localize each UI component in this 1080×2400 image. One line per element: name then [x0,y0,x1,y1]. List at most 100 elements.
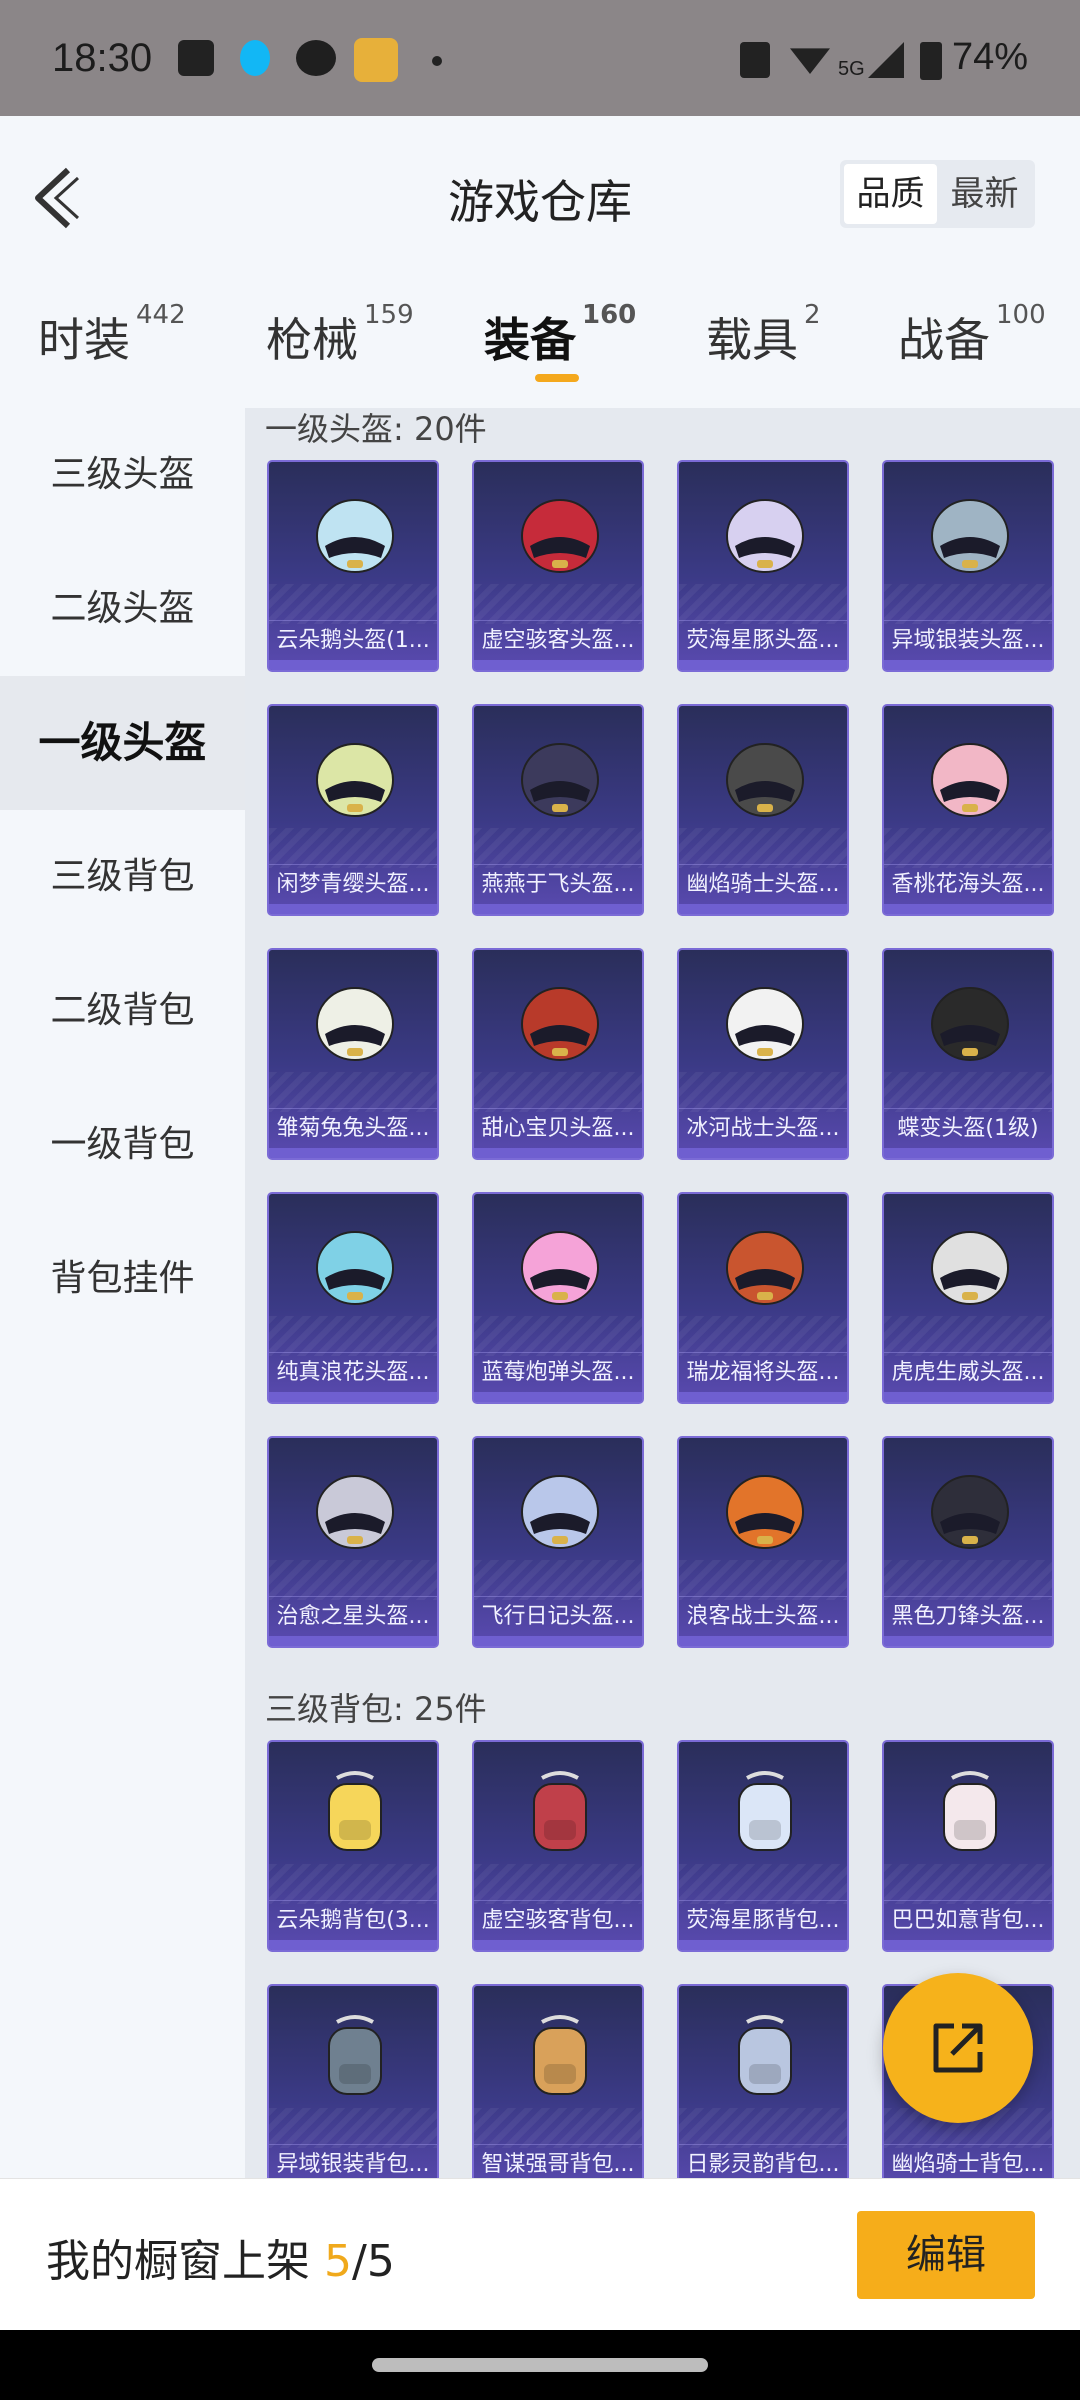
card-pattern [269,1072,437,1112]
section-title: 三级背包: 25件 [265,1690,487,1728]
helmet-item-card[interactable]: 飞行日记头盔... [472,1436,644,1648]
card-pattern [269,828,437,868]
more-notifications-icon [432,56,442,66]
helmet-item-card[interactable]: 异域银装头盔... [882,460,1054,672]
sidebar-item-level1-helmet[interactable]: 一级头盔 [0,676,245,810]
rarity-bar [679,1636,847,1646]
card-pattern [474,1316,642,1356]
rarity-bar [679,1148,847,1158]
card-pattern [679,1316,847,1356]
helmet-item-card[interactable]: 蝶变头盔(1级) [882,948,1054,1160]
item-name: 智谋强哥背包... [474,2144,642,2178]
sort-by-latest-button[interactable]: 最新 [938,164,1031,224]
helmet-icon [922,1220,1018,1316]
helmet-icon [717,1464,813,1560]
item-name: 瑞龙福将头盔... [679,1352,847,1392]
card-pattern [474,2108,642,2148]
rarity-bar [884,1940,1052,1950]
helmet-item-card[interactable]: 蓝莓炮弹头盔... [472,1192,644,1404]
backpack-item-card[interactable]: 异域银装背包... [267,1984,439,2178]
helmet-item-card[interactable]: 雏菊兔兔头盔... [267,948,439,1160]
card-pattern [679,1864,847,1904]
helmet-item-card[interactable]: 虚空骇客头盔... [472,460,644,672]
item-name: 飞行日记头盔... [474,1596,642,1636]
sidebar-item-backpack-charm[interactable]: 背包挂件 [0,1212,245,1346]
item-name: 浪客战士头盔... [679,1596,847,1636]
home-gesture-handle[interactable] [372,2358,708,2372]
sidebar-item-level1-backpack[interactable]: 一级背包 [0,1078,245,1212]
tab-count: 159 [364,300,414,330]
rarity-bar [679,1392,847,1402]
backpack-item-card[interactable]: 智谋强哥背包... [472,1984,644,2178]
edit-button[interactable]: 编辑 [857,2211,1035,2299]
helmet-icon [717,488,813,584]
showcase-total: /5 [352,2236,395,2287]
backpack-icon [922,1768,1018,1864]
helmet-item-card[interactable]: 燕燕于飞头盔... [472,704,644,916]
system-nav-bar [0,2330,1080,2400]
helmet-item-card[interactable]: 冰河战士头盔... [677,948,849,1160]
sidebar-item-level3-helmet[interactable]: 三级头盔 [0,408,245,542]
sidebar-item-level2-backpack[interactable]: 二级背包 [0,944,245,1078]
rarity-bar [269,1636,437,1646]
helmet-item-card[interactable]: 治愈之星头盔... [267,1436,439,1648]
item-name: 异域银装头盔... [884,620,1052,660]
sort-by-quality-button[interactable]: 品质 [844,164,937,224]
helmet-item-card[interactable]: 闲梦青缨头盔... [267,704,439,916]
card-pattern [269,1864,437,1904]
rarity-bar [269,904,437,914]
rarity-bar [884,1392,1052,1402]
category-tabs: 时装 442 枪械 159 装备 160 载具 2 战备 100 [0,290,1080,410]
backpack-item-card[interactable]: 荧海星豚背包... [677,1740,849,1952]
helmet-item-card[interactable]: 荧海星豚头盔... [677,460,849,672]
backpack-item-card[interactable]: 巴巴如意背包... [882,1740,1054,1952]
helmet-item-card[interactable]: 香桃花海头盔... [882,704,1054,916]
tab-equipment[interactable]: 装备 160 [484,300,636,370]
item-name: 黑色刀锋头盔... [884,1596,1052,1636]
showcase-count: 5 [324,2236,352,2287]
item-grid: 一级头盔: 20件 三级背包: 25件 云朵鹅头盔(1... 虚空骇客头盔... 荧… [245,408,1080,2178]
item-name: 蓝莓炮弹头盔... [474,1352,642,1392]
card-pattern [884,1560,1052,1600]
helmet-icon [307,1220,403,1316]
tab-label: 装备 [484,313,576,367]
helmet-item-card[interactable]: 纯真浪花头盔... [267,1192,439,1404]
helmet-icon [717,732,813,828]
backpack-item-card[interactable]: 虚空骇客背包... [472,1740,644,1952]
tab-supplies[interactable]: 战备 100 [898,300,1046,370]
card-pattern [884,1072,1052,1112]
helmet-icon [512,976,608,1072]
helmet-item-card[interactable]: 云朵鹅头盔(1... [267,460,439,672]
sidebar-item-level3-backpack[interactable]: 三级背包 [0,810,245,944]
helmet-item-card[interactable]: 黑色刀锋头盔... [882,1436,1054,1648]
tab-label: 枪械 [266,313,358,367]
tab-guns[interactable]: 枪械 159 [266,300,414,370]
helmet-item-card[interactable]: 甜心宝贝头盔... [472,948,644,1160]
helmet-item-card[interactable]: 幽焰骑士头盔... [677,704,849,916]
status-bar: 18:30 5G 74% [0,0,1080,116]
backpack-item-card[interactable]: 云朵鹅背包(3... [267,1740,439,1952]
tab-vehicles[interactable]: 载具 2 [706,300,821,370]
backpack-item-card[interactable]: 日影灵韵背包... [677,1984,849,2178]
sidebar-item-level2-helmet[interactable]: 二级头盔 [0,542,245,676]
helmet-icon [307,976,403,1072]
helmet-icon [922,488,1018,584]
rarity-bar [269,1148,437,1158]
tab-fashion[interactable]: 时装 442 [38,300,186,370]
item-name: 云朵鹅头盔(1... [269,620,437,660]
card-pattern [679,1072,847,1112]
card-pattern [884,1864,1052,1904]
item-name: 纯真浪花头盔... [269,1352,437,1392]
share-button[interactable] [883,1973,1033,2123]
helmet-item-card[interactable]: 虎虎生威头盔... [882,1192,1054,1404]
item-name: 巴巴如意背包... [884,1900,1052,1940]
item-name: 云朵鹅背包(3... [269,1900,437,1940]
rarity-bar [474,904,642,914]
rarity-bar [474,1940,642,1950]
tab-label: 载具 [706,313,798,367]
helmet-item-card[interactable]: 瑞龙福将头盔... [677,1192,849,1404]
item-name: 荧海星豚背包... [679,1900,847,1940]
helmet-item-card[interactable]: 浪客战士头盔... [677,1436,849,1648]
item-name: 虚空骇客背包... [474,1900,642,1940]
network-type: 5G [838,58,865,80]
